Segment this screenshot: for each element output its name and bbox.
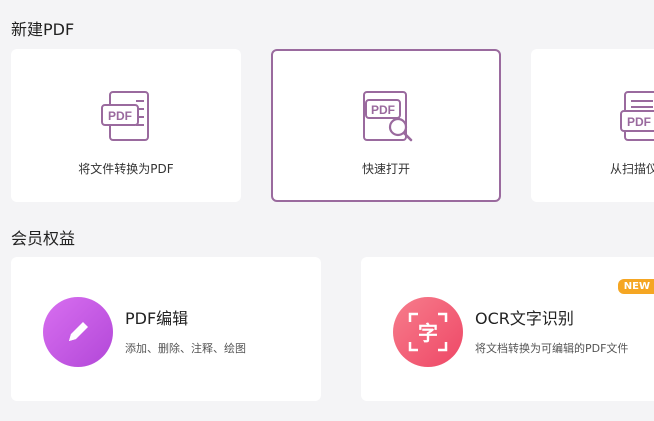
card-label: 从扫描仪 — [610, 162, 654, 176]
convert-to-pdf-card[interactable]: PDF 将文件转换为PDF — [11, 49, 241, 202]
svg-text:PDF: PDF — [371, 103, 395, 117]
from-scanner-card[interactable]: PDF 从扫描仪 — [531, 49, 654, 202]
section-title-new-pdf: 新建PDF — [11, 20, 75, 39]
pdf-search-icon: PDF — [363, 91, 413, 142]
ocr-card[interactable]: 字 OCR文字识别 将文档转换为可编辑的PDF文件 NEW — [361, 257, 654, 401]
svg-text:字: 字 — [418, 321, 438, 345]
perk-desc: 将文档转换为可编辑的PDF文件 — [475, 342, 629, 355]
text-recognition-icon: 字 — [393, 297, 463, 367]
pdf-scanner-icon: PDF — [620, 91, 654, 141]
perk-title: OCR文字识别 — [475, 309, 574, 328]
quick-open-card[interactable]: PDF 快速打开 — [271, 49, 501, 202]
pdf-document-icon: PDF — [101, 91, 149, 141]
svg-text:PDF: PDF — [627, 115, 651, 129]
new-badge: NEW — [617, 279, 654, 294]
svg-text:PDF: PDF — [108, 109, 132, 123]
perk-title: PDF编辑 — [125, 309, 189, 328]
card-label: 将文件转换为PDF — [78, 162, 174, 176]
pdf-edit-card[interactable]: PDF编辑 添加、删除、注释、绘图 — [11, 257, 321, 401]
card-label: 快速打开 — [361, 162, 410, 176]
perk-desc: 添加、删除、注释、绘图 — [125, 342, 246, 355]
section-title-member-benefits: 会员权益 — [11, 229, 76, 248]
pencil-icon — [43, 297, 113, 367]
